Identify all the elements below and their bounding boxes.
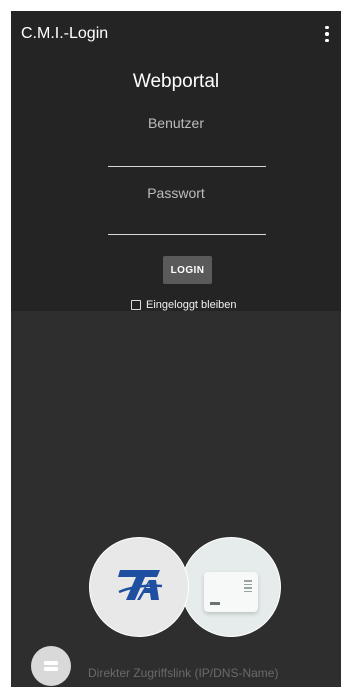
direct-link-input[interactable]: Direkter Zugriffslink (IP/DNS-Name) (88, 666, 278, 680)
login-panel: Webportal Benutzer Passwort LOGIN Eingel… (11, 57, 341, 311)
cmi-device-image[interactable] (181, 537, 281, 637)
stay-logged-in-checkbox[interactable] (131, 300, 141, 310)
ta-logo-icon (118, 570, 163, 600)
app-title: C.M.I.-Login (21, 25, 109, 42)
more-vert-icon[interactable] (315, 21, 339, 47)
username-label: Benutzer (147, 115, 205, 131)
app-bar: C.M.I.-Login (11, 11, 341, 57)
app-screen: C.M.I.-Login Webportal Benutzer Passwort… (11, 11, 341, 687)
cmi-device-icon (204, 572, 258, 612)
portal-title: Webportal (132, 71, 220, 92)
login-button[interactable]: LOGIN (163, 256, 212, 284)
stay-logged-in-row[interactable]: Eingeloggt bleiben (131, 298, 237, 312)
password-input[interactable] (108, 234, 266, 235)
plug-icon (44, 661, 58, 671)
stay-logged-in-label: Eingeloggt bleiben (146, 299, 237, 311)
ta-logo-button[interactable] (89, 537, 189, 637)
connect-fab[interactable] (31, 646, 71, 686)
username-input[interactable] (108, 166, 266, 167)
password-label: Passwort (147, 185, 205, 201)
device-selector (87, 537, 287, 647)
